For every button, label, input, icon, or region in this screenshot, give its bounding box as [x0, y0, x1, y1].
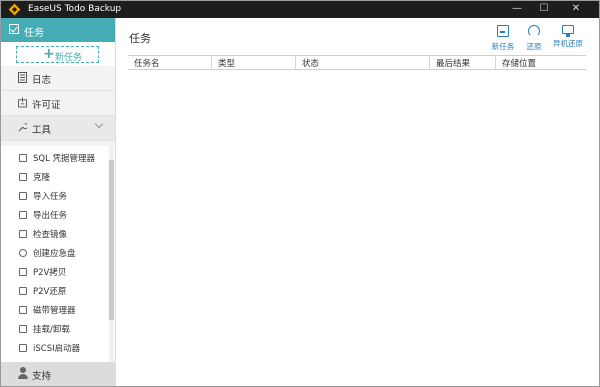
easeus-logo-icon	[8, 3, 21, 16]
task-table-body	[128, 69, 586, 379]
restore-toolbar-button[interactable]: 还原	[523, 25, 545, 55]
database-icon	[19, 154, 27, 162]
sidebar-item-label: 许可证	[32, 100, 61, 111]
tool-item-emergency-disk[interactable]: 创建应急盘	[1, 244, 108, 263]
new-task-label: 新任务	[55, 53, 83, 63]
tool-item-label: P2V拷贝	[33, 268, 67, 278]
mount-icon	[19, 325, 27, 333]
p2v-restore-icon	[19, 287, 27, 295]
tool-item-mount[interactable]: 挂载/卸载	[1, 320, 108, 339]
main-panel: 任务 新任务 还原 异机还原 任务名 类型 状态 最后结果 存储位置	[116, 18, 599, 386]
sidebar-item-label: 工具	[32, 125, 52, 136]
page-title: 任务	[129, 32, 151, 45]
tool-item-label: P2V还原	[33, 287, 67, 297]
computer-restore-icon	[562, 25, 574, 37]
check-image-icon	[19, 230, 27, 238]
new-task-area: + 新任务	[1, 42, 115, 66]
tool-item-label: 磁带管理器	[33, 306, 76, 316]
export-icon	[19, 211, 27, 219]
system-restore-toolbar-button[interactable]: 异机还原	[550, 25, 586, 55]
new-task-toolbar-button[interactable]: 新任务	[490, 25, 516, 55]
close-button[interactable]: ✕	[564, 1, 588, 18]
tool-item-sql[interactable]: SQL 凭据管理器	[1, 149, 108, 168]
sidebar-scrollbar[interactable]	[109, 146, 114, 366]
tool-item-label: 导出任务	[33, 211, 68, 221]
tool-item-label: iSCSI启动器	[33, 344, 81, 354]
new-task-button[interactable]: + 新任务	[16, 46, 99, 63]
new-task-icon	[497, 25, 509, 37]
task-table-header: 任务名 类型 状态 最后结果 存储位置	[128, 55, 586, 70]
tool-item-label: 导入任务	[33, 192, 68, 202]
sidebar: 任务 + 新任务 日志 许可证 工具 SQL 凭据管理器 克隆 导入任务 导出任…	[1, 18, 116, 386]
restore-icon	[528, 25, 540, 37]
column-header-task-name[interactable]: 任务名	[128, 56, 212, 69]
column-header-last-result[interactable]: 最后结果	[430, 56, 496, 69]
toolbar-label: 异机还原	[553, 39, 583, 48]
tool-item-export[interactable]: 导出任务	[1, 206, 108, 225]
column-header-storage-location[interactable]: 存储位置	[496, 56, 586, 69]
tool-item-check-image[interactable]: 检查镜像	[1, 225, 108, 244]
maximize-button[interactable]: ☐	[532, 1, 556, 18]
chevron-down-icon	[94, 119, 104, 129]
column-label: 任务名	[134, 59, 160, 69]
scrollbar-thumb[interactable]	[109, 160, 114, 320]
sidebar-item-task[interactable]: 任务	[1, 18, 115, 42]
tool-item-p2v-copy[interactable]: P2V拷贝	[1, 263, 108, 282]
tool-item-p2v-restore[interactable]: P2V还原	[1, 282, 108, 301]
license-icon	[18, 97, 27, 108]
sidebar-item-label: 任务	[24, 28, 44, 39]
tools-list: SQL 凭据管理器 克隆 导入任务 导出任务 检查镜像 创建应急盘 P2V拷贝 …	[1, 146, 115, 366]
tape-icon	[19, 306, 27, 314]
tool-item-label: SQL 凭据管理器	[33, 154, 96, 164]
column-label: 类型	[218, 59, 236, 69]
sidebar-item-support[interactable]: 支持	[1, 362, 115, 386]
sidebar-item-label: 支持	[32, 371, 52, 382]
sidebar-item-label: 日志	[32, 75, 52, 86]
sidebar-item-tools[interactable]: 工具	[1, 116, 115, 141]
clone-icon	[19, 173, 27, 181]
p2v-copy-icon	[19, 268, 27, 276]
wrench-icon	[18, 123, 27, 132]
tool-item-iscsi[interactable]: iSCSI启动器	[1, 339, 108, 358]
import-icon	[19, 192, 27, 200]
tool-item-tape[interactable]: 磁带管理器	[1, 301, 108, 320]
tool-item-label: 克隆	[33, 173, 51, 183]
log-icon	[18, 72, 27, 83]
tool-item-clone[interactable]: 克隆	[1, 168, 108, 187]
sidebar-item-license[interactable]: 许可证	[1, 91, 115, 116]
column-header-type[interactable]: 类型	[212, 56, 296, 69]
checkbox-icon	[9, 24, 19, 34]
tool-item-label: 挂载/卸载	[33, 325, 70, 335]
title-bar[interactable]: EaseUS Todo Backup — ☐ ✕	[1, 1, 599, 18]
plus-icon: +	[43, 46, 55, 62]
minimize-button[interactable]: —	[505, 1, 529, 18]
column-header-status[interactable]: 状态	[296, 56, 430, 69]
column-label: 状态	[302, 59, 320, 69]
user-support-icon	[18, 367, 28, 379]
app-window: EaseUS Todo Backup — ☐ ✕ 任务 + 新任务 日志 许可证…	[0, 0, 600, 387]
emergency-disk-icon	[19, 249, 27, 257]
toolbar-label: 新任务	[491, 42, 515, 51]
tool-item-import[interactable]: 导入任务	[1, 187, 108, 206]
sidebar-item-log[interactable]: 日志	[1, 66, 115, 91]
column-label: 存储位置	[502, 59, 537, 69]
tool-item-label: 检查镜像	[33, 230, 68, 240]
iscsi-icon	[19, 344, 27, 352]
toolbar-label: 还原	[526, 42, 542, 51]
column-label: 最后结果	[436, 59, 471, 69]
window-title: EaseUS Todo Backup	[28, 4, 122, 14]
tool-item-label: 创建应急盘	[33, 249, 76, 259]
